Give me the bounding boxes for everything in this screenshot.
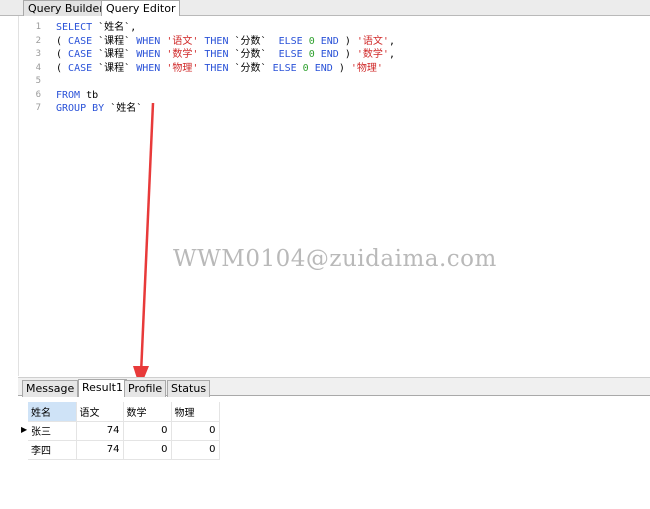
- result-grid[interactable]: ▶ 姓名 语文 数学 物理 张三 74 0 0 李四 74 0 0: [18, 397, 650, 509]
- table-row[interactable]: 李四 74 0 0: [28, 440, 220, 460]
- column-header[interactable]: 语文: [76, 402, 124, 422]
- table-row[interactable]: 张三 74 0 0: [28, 421, 220, 441]
- current-row-marker-icon: ▶: [21, 425, 28, 434]
- column-header[interactable]: 物理: [171, 402, 220, 422]
- column-header[interactable]: 数学: [123, 402, 172, 422]
- table-cell[interactable]: 0: [123, 440, 172, 460]
- tab-message[interactable]: Message: [22, 380, 79, 397]
- table-cell[interactable]: 张三: [28, 421, 77, 441]
- table-cell[interactable]: 0: [123, 421, 172, 441]
- table-cell[interactable]: 0: [171, 440, 220, 460]
- table-cell[interactable]: 74: [76, 440, 124, 460]
- table-cell[interactable]: 74: [76, 421, 124, 441]
- result-tabs: Message Result1 Profile Status: [18, 377, 650, 397]
- table-header-row: 姓名 语文 数学 物理: [28, 402, 220, 422]
- table-cell[interactable]: 0: [171, 421, 220, 441]
- column-header[interactable]: 姓名: [28, 402, 77, 422]
- table-cell[interactable]: 李四: [28, 440, 77, 460]
- tab-result1[interactable]: Result1: [78, 379, 127, 397]
- tab-profile[interactable]: Profile: [124, 380, 167, 397]
- tab-status[interactable]: Status: [167, 380, 211, 397]
- result-table: 姓名 语文 数学 物理 张三 74 0 0 李四 74 0 0: [28, 402, 220, 460]
